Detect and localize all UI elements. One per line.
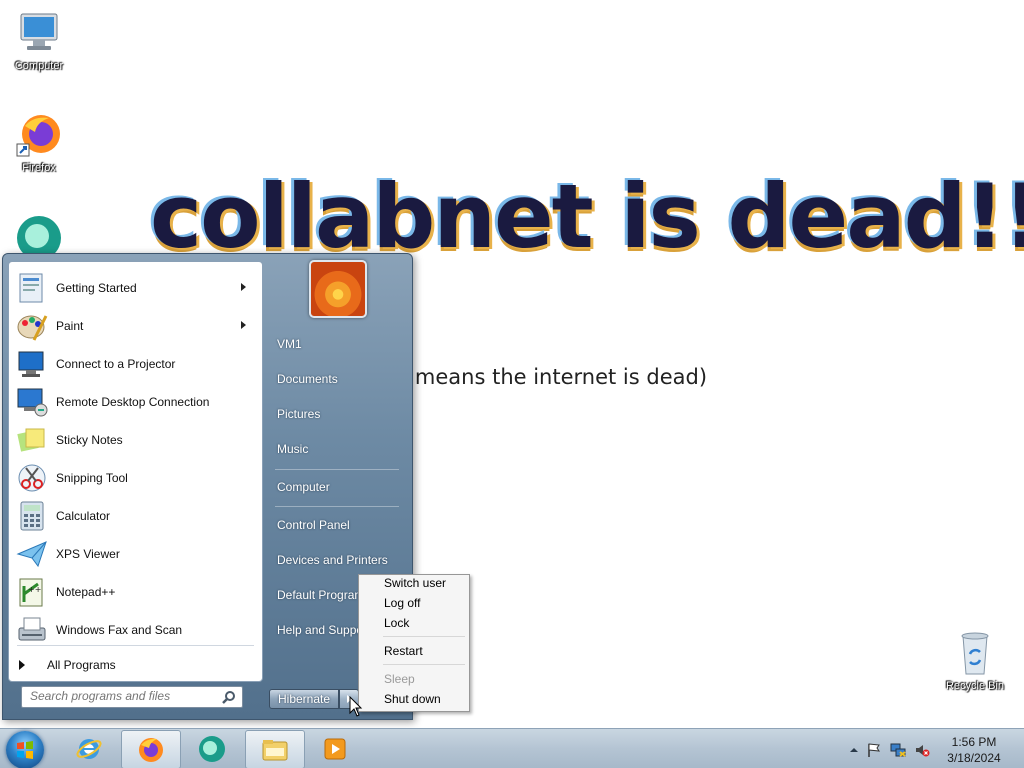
windows-explorer-icon — [261, 736, 289, 764]
desktop-icon-label: Recycle Bin — [945, 680, 1005, 692]
desktop-icon-firefox[interactable]: Firefox — [1, 112, 77, 175]
menu-item-sleep: Sleep — [384, 672, 415, 686]
clock-date: 3/18/2024 — [947, 751, 1001, 765]
right-link-documents[interactable]: Documents — [269, 364, 413, 394]
all-programs-label: All Programs — [47, 658, 116, 672]
program-label: XPS Viewer — [56, 547, 120, 561]
program-item-sticky-notes[interactable]: Sticky Notes — [12, 422, 258, 458]
program-item-connect-projector[interactable]: Connect to a Projector — [12, 346, 258, 382]
calculator-icon — [16, 500, 48, 532]
recycle-bin-icon — [951, 630, 999, 678]
program-label: Remote Desktop Connection — [56, 395, 210, 409]
program-label: Paint — [56, 319, 84, 333]
desktop-icon-label: Firefox — [22, 162, 56, 174]
program-label: Calculator — [56, 509, 111, 523]
program-item-xps-viewer[interactable]: XPS Viewer — [12, 536, 258, 572]
desktop: collabnet is dead!!!! t means the intern… — [0, 0, 1024, 768]
taskbar: 1:56 PM 3/18/2024 — [0, 728, 1024, 768]
right-link-pictures[interactable]: Pictures — [269, 399, 413, 429]
firefox-icon — [137, 736, 165, 764]
program-item-fax-scan[interactable]: Windows Fax and Scan — [12, 612, 258, 648]
network-icon[interactable] — [890, 742, 906, 758]
desktop-icon-computer[interactable]: Computer — [1, 10, 77, 73]
right-link-default-programs[interactable]: Default Programs — [269, 580, 359, 610]
program-label: Notepad++ — [56, 585, 116, 599]
taskbar-windows-explorer[interactable] — [245, 730, 305, 768]
volume-muted-icon[interactable] — [914, 742, 930, 758]
action-center-flag-icon[interactable] — [866, 742, 882, 758]
all-programs-button[interactable]: All Programs — [19, 655, 116, 675]
menu-item-switch-user[interactable]: Switch user — [361, 573, 467, 593]
sticky-notes-icon — [16, 424, 48, 456]
separator — [17, 645, 254, 646]
clock-time: 1:56 PM — [951, 735, 997, 749]
wallpaper-subline: t means the internet is dead) — [400, 365, 708, 389]
start-button[interactable] — [6, 731, 44, 768]
program-item-remote-desktop[interactable]: Remote Desktop Connection — [12, 384, 258, 420]
show-hidden-icons-icon[interactable] — [846, 742, 862, 758]
paint-icon — [16, 310, 48, 342]
start-menu: Getting Started Paint Connect to a Proje… — [2, 253, 413, 720]
app-bubble-icon — [198, 735, 226, 763]
right-link-devices-printers[interactable]: Devices and Printers — [269, 545, 413, 575]
computer-icon — [15, 10, 63, 58]
taskbar-media-player[interactable] — [306, 730, 364, 767]
projector-icon — [16, 348, 48, 380]
program-item-paint[interactable]: Paint — [12, 308, 258, 344]
programs-pane: Getting Started Paint Connect to a Proje… — [8, 261, 263, 682]
search-box[interactable] — [21, 686, 243, 708]
fax-scan-icon — [16, 614, 48, 646]
separator — [383, 636, 465, 637]
search-icon[interactable] — [222, 690, 236, 704]
menu-item-lock[interactable]: Lock — [361, 613, 467, 633]
desktop-icon-recycle-bin[interactable]: Recycle Bin — [937, 630, 1013, 693]
program-label: Connect to a Projector — [56, 357, 176, 371]
notepadpp-icon: ++ — [16, 576, 48, 608]
submenu-arrow-icon — [241, 321, 246, 329]
xps-viewer-icon — [16, 538, 48, 570]
separator — [275, 506, 399, 507]
program-item-getting-started[interactable]: Getting Started — [12, 270, 258, 306]
right-link-user[interactable]: VM1 — [269, 329, 413, 359]
right-link-help-support[interactable]: Help and Support — [269, 615, 359, 645]
mouse-cursor-icon — [349, 695, 363, 718]
right-link-music[interactable]: Music — [269, 434, 413, 464]
taskbar-firefox[interactable] — [121, 730, 181, 768]
program-label: Sticky Notes — [56, 433, 123, 447]
user-avatar[interactable] — [309, 260, 367, 318]
snipping-tool-icon — [16, 462, 48, 494]
right-link-control-panel[interactable]: Control Panel — [269, 510, 413, 540]
program-label: Getting Started — [56, 281, 137, 295]
menu-item-restart[interactable]: Restart — [361, 641, 467, 661]
desktop-icon-label: Computer — [14, 60, 64, 72]
submenu-arrow-icon — [241, 283, 246, 291]
internet-explorer-icon — [75, 735, 103, 763]
media-player-icon — [321, 735, 349, 763]
separator — [383, 664, 465, 665]
expand-arrow-icon — [19, 660, 25, 670]
right-link-computer[interactable]: Computer — [269, 472, 413, 502]
program-item-calculator[interactable]: Calculator — [12, 498, 258, 534]
separator — [275, 469, 399, 470]
getting-started-icon — [16, 272, 48, 304]
program-item-notepadpp[interactable]: ++ Notepad++ — [12, 574, 258, 610]
search-input[interactable] — [22, 687, 222, 705]
hibernate-button[interactable]: Hibernate — [269, 689, 339, 709]
program-label: Snipping Tool — [56, 471, 128, 485]
svg-text:++: ++ — [28, 585, 41, 594]
taskbar-app[interactable] — [183, 730, 241, 767]
power-options-menu: Switch user Log off Lock Restart Sleep S… — [358, 574, 470, 712]
windows-logo-icon — [17, 741, 33, 759]
clock[interactable]: 1:56 PM 3/18/2024 — [938, 734, 1010, 766]
program-label: Windows Fax and Scan — [56, 623, 183, 637]
remote-desktop-icon — [16, 386, 48, 418]
menu-item-shut-down[interactable]: Shut down — [361, 689, 467, 709]
program-item-snipping-tool[interactable]: Snipping Tool — [12, 460, 258, 496]
firefox-icon — [15, 112, 63, 160]
menu-item-log-off[interactable]: Log off — [361, 593, 467, 613]
taskbar-internet-explorer[interactable] — [60, 730, 118, 767]
